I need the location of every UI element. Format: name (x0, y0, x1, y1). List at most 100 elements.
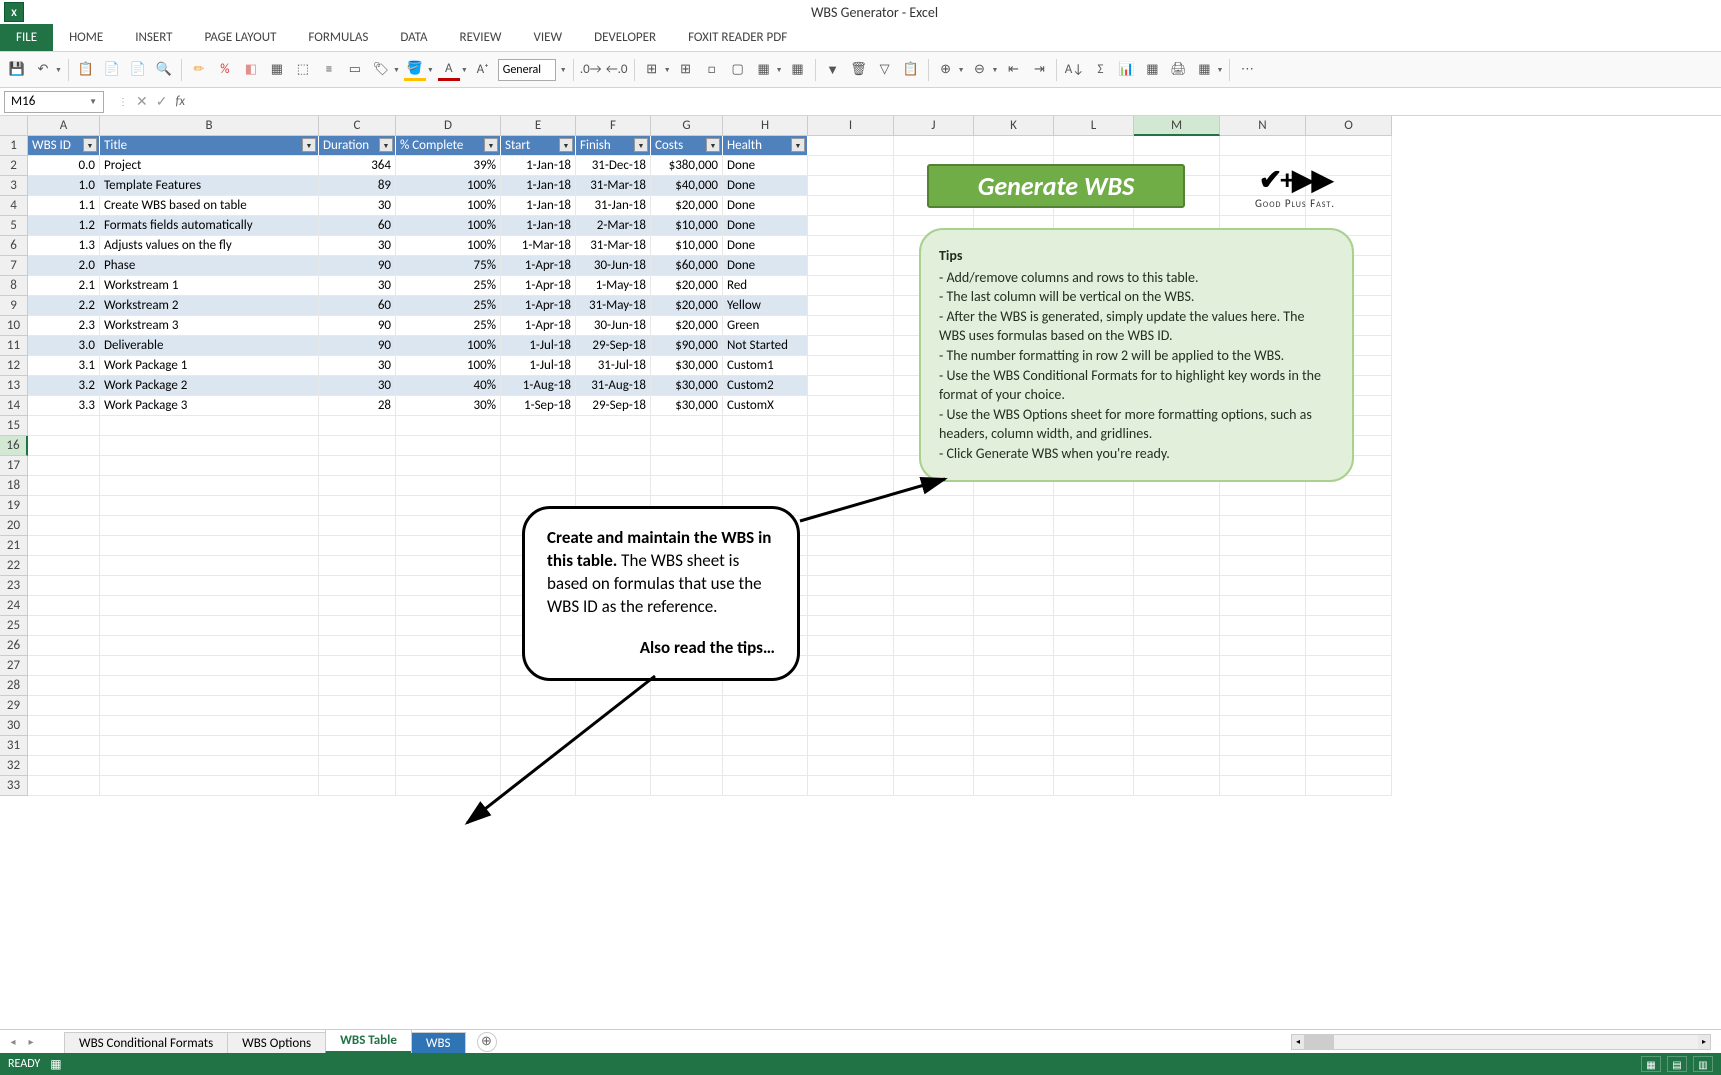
cell-A10[interactable]: 2.3 (28, 316, 100, 336)
ribbon-tab-page-layout[interactable]: PAGE LAYOUT (189, 24, 293, 51)
cell-L24[interactable] (1054, 596, 1134, 616)
cell-N29[interactable] (1220, 696, 1306, 716)
cell-D31[interactable] (396, 736, 501, 756)
clear-filter-icon[interactable]: 🗑 (848, 59, 870, 81)
delete-icon[interactable]: ⊖ (969, 59, 991, 81)
cell-B28[interactable] (100, 676, 319, 696)
cell-D6[interactable]: 100% (396, 236, 501, 256)
cell-A31[interactable] (28, 736, 100, 756)
undo-icon[interactable]: ↶ (32, 59, 54, 81)
cell-B5[interactable]: Formats fields automatically (100, 216, 319, 236)
cell-F15[interactable] (576, 416, 651, 436)
cell-E9[interactable]: 1-Apr-18 (501, 296, 576, 316)
col-header-E[interactable]: E (501, 116, 576, 136)
cell-A26[interactable] (28, 636, 100, 656)
cell-L21[interactable] (1054, 536, 1134, 556)
cell-C19[interactable] (319, 496, 396, 516)
cell-G7[interactable]: $60,000 (651, 256, 723, 276)
cell-F16[interactable] (576, 436, 651, 456)
cell-E1[interactable]: Start▼ (501, 136, 576, 156)
cell-D22[interactable] (396, 556, 501, 576)
cell-G3[interactable]: $40,000 (651, 176, 723, 196)
cell-L26[interactable] (1054, 636, 1134, 656)
cell-C17[interactable] (319, 456, 396, 476)
cell-H16[interactable] (723, 436, 808, 456)
cell-N22[interactable] (1220, 556, 1306, 576)
cell-C11[interactable]: 90 (319, 336, 396, 356)
col-header-D[interactable]: D (396, 116, 501, 136)
cell-H11[interactable]: Not Started (723, 336, 808, 356)
cell-D32[interactable] (396, 756, 501, 776)
cell-A30[interactable] (28, 716, 100, 736)
cell-E12[interactable]: 1-Jul-18 (501, 356, 576, 376)
sheet-tab-wbs-options[interactable]: WBS Options (227, 1032, 326, 1054)
cell-M19[interactable] (1134, 496, 1220, 516)
cell-I14[interactable] (808, 396, 894, 416)
number-format-select[interactable] (498, 59, 556, 81)
chart-icon[interactable]: 📊 (1115, 59, 1137, 81)
cell-J29[interactable] (894, 696, 974, 716)
cell-C26[interactable] (319, 636, 396, 656)
ribbon-tab-foxit[interactable]: FOXIT READER PDF (672, 24, 803, 51)
filter-button-duration[interactable]: ▼ (379, 138, 393, 152)
cell-L1[interactable] (1054, 136, 1134, 156)
cell-J24[interactable] (894, 596, 974, 616)
cell-K33[interactable] (974, 776, 1054, 796)
cell-C23[interactable] (319, 576, 396, 596)
print-icon[interactable]: 🖨 (1167, 59, 1189, 81)
freeze-icon[interactable]: ▦ (1141, 59, 1163, 81)
cell-C25[interactable] (319, 616, 396, 636)
cell-H12[interactable]: Custom1 (723, 356, 808, 376)
filter-button--complete[interactable]: ▼ (484, 138, 498, 152)
cell-D12[interactable]: 100% (396, 356, 501, 376)
filter-button-title[interactable]: ▼ (302, 138, 316, 152)
cell-N26[interactable] (1220, 636, 1306, 656)
increase-decimal-icon[interactable]: .0→ (580, 59, 602, 81)
row-header-16[interactable]: 16 (0, 436, 28, 456)
cell-B15[interactable] (100, 416, 319, 436)
cell-I33[interactable] (808, 776, 894, 796)
cell-A11[interactable]: 3.0 (28, 336, 100, 356)
customize-icon[interactable]: ⋯ (1236, 59, 1258, 81)
cell-M32[interactable] (1134, 756, 1220, 776)
cell-C4[interactable]: 30 (319, 196, 396, 216)
cell-E2[interactable]: 1-Jan-18 (501, 156, 576, 176)
cell-I7[interactable] (808, 256, 894, 276)
row-header-28[interactable]: 28 (0, 676, 28, 696)
cell-H3[interactable]: Done (723, 176, 808, 196)
cell-D30[interactable] (396, 716, 501, 736)
col-header-L[interactable]: L (1054, 116, 1134, 136)
scroll-thumb[interactable] (1304, 1035, 1334, 1049)
cell-A24[interactable] (28, 596, 100, 616)
cell-D4[interactable]: 100% (396, 196, 501, 216)
cell-I10[interactable] (808, 316, 894, 336)
cell-A7[interactable]: 2.0 (28, 256, 100, 276)
cell-C20[interactable] (319, 516, 396, 536)
cell-H15[interactable] (723, 416, 808, 436)
cell-B17[interactable] (100, 456, 319, 476)
row-header-6[interactable]: 6 (0, 236, 28, 256)
cell-M20[interactable] (1134, 516, 1220, 536)
cell-L25[interactable] (1054, 616, 1134, 636)
col-header-C[interactable]: C (319, 116, 396, 136)
col-header-O[interactable]: O (1306, 116, 1392, 136)
save-icon[interactable]: 💾 (6, 59, 28, 81)
cell-O1[interactable] (1306, 136, 1392, 156)
sheet-tab-wbs-table[interactable]: WBS Table (325, 1029, 412, 1054)
cell-E31[interactable] (501, 736, 576, 756)
cell-I16[interactable] (808, 436, 894, 456)
name-box-dropdown-icon[interactable]: ▼ (89, 97, 97, 107)
cell-J31[interactable] (894, 736, 974, 756)
filter-button-wbs-id[interactable]: ▼ (83, 138, 97, 152)
cell-M27[interactable] (1134, 656, 1220, 676)
cell-D19[interactable] (396, 496, 501, 516)
cell-J30[interactable] (894, 716, 974, 736)
row-header-21[interactable]: 21 (0, 536, 28, 556)
cell-I1[interactable] (808, 136, 894, 156)
cell-E15[interactable] (501, 416, 576, 436)
row-header-30[interactable]: 30 (0, 716, 28, 736)
cell-B11[interactable]: Deliverable (100, 336, 319, 356)
tag-icon[interactable]: 🏷 (370, 59, 392, 81)
cell-O30[interactable] (1306, 716, 1392, 736)
align-icon[interactable]: ≡ (318, 59, 340, 81)
